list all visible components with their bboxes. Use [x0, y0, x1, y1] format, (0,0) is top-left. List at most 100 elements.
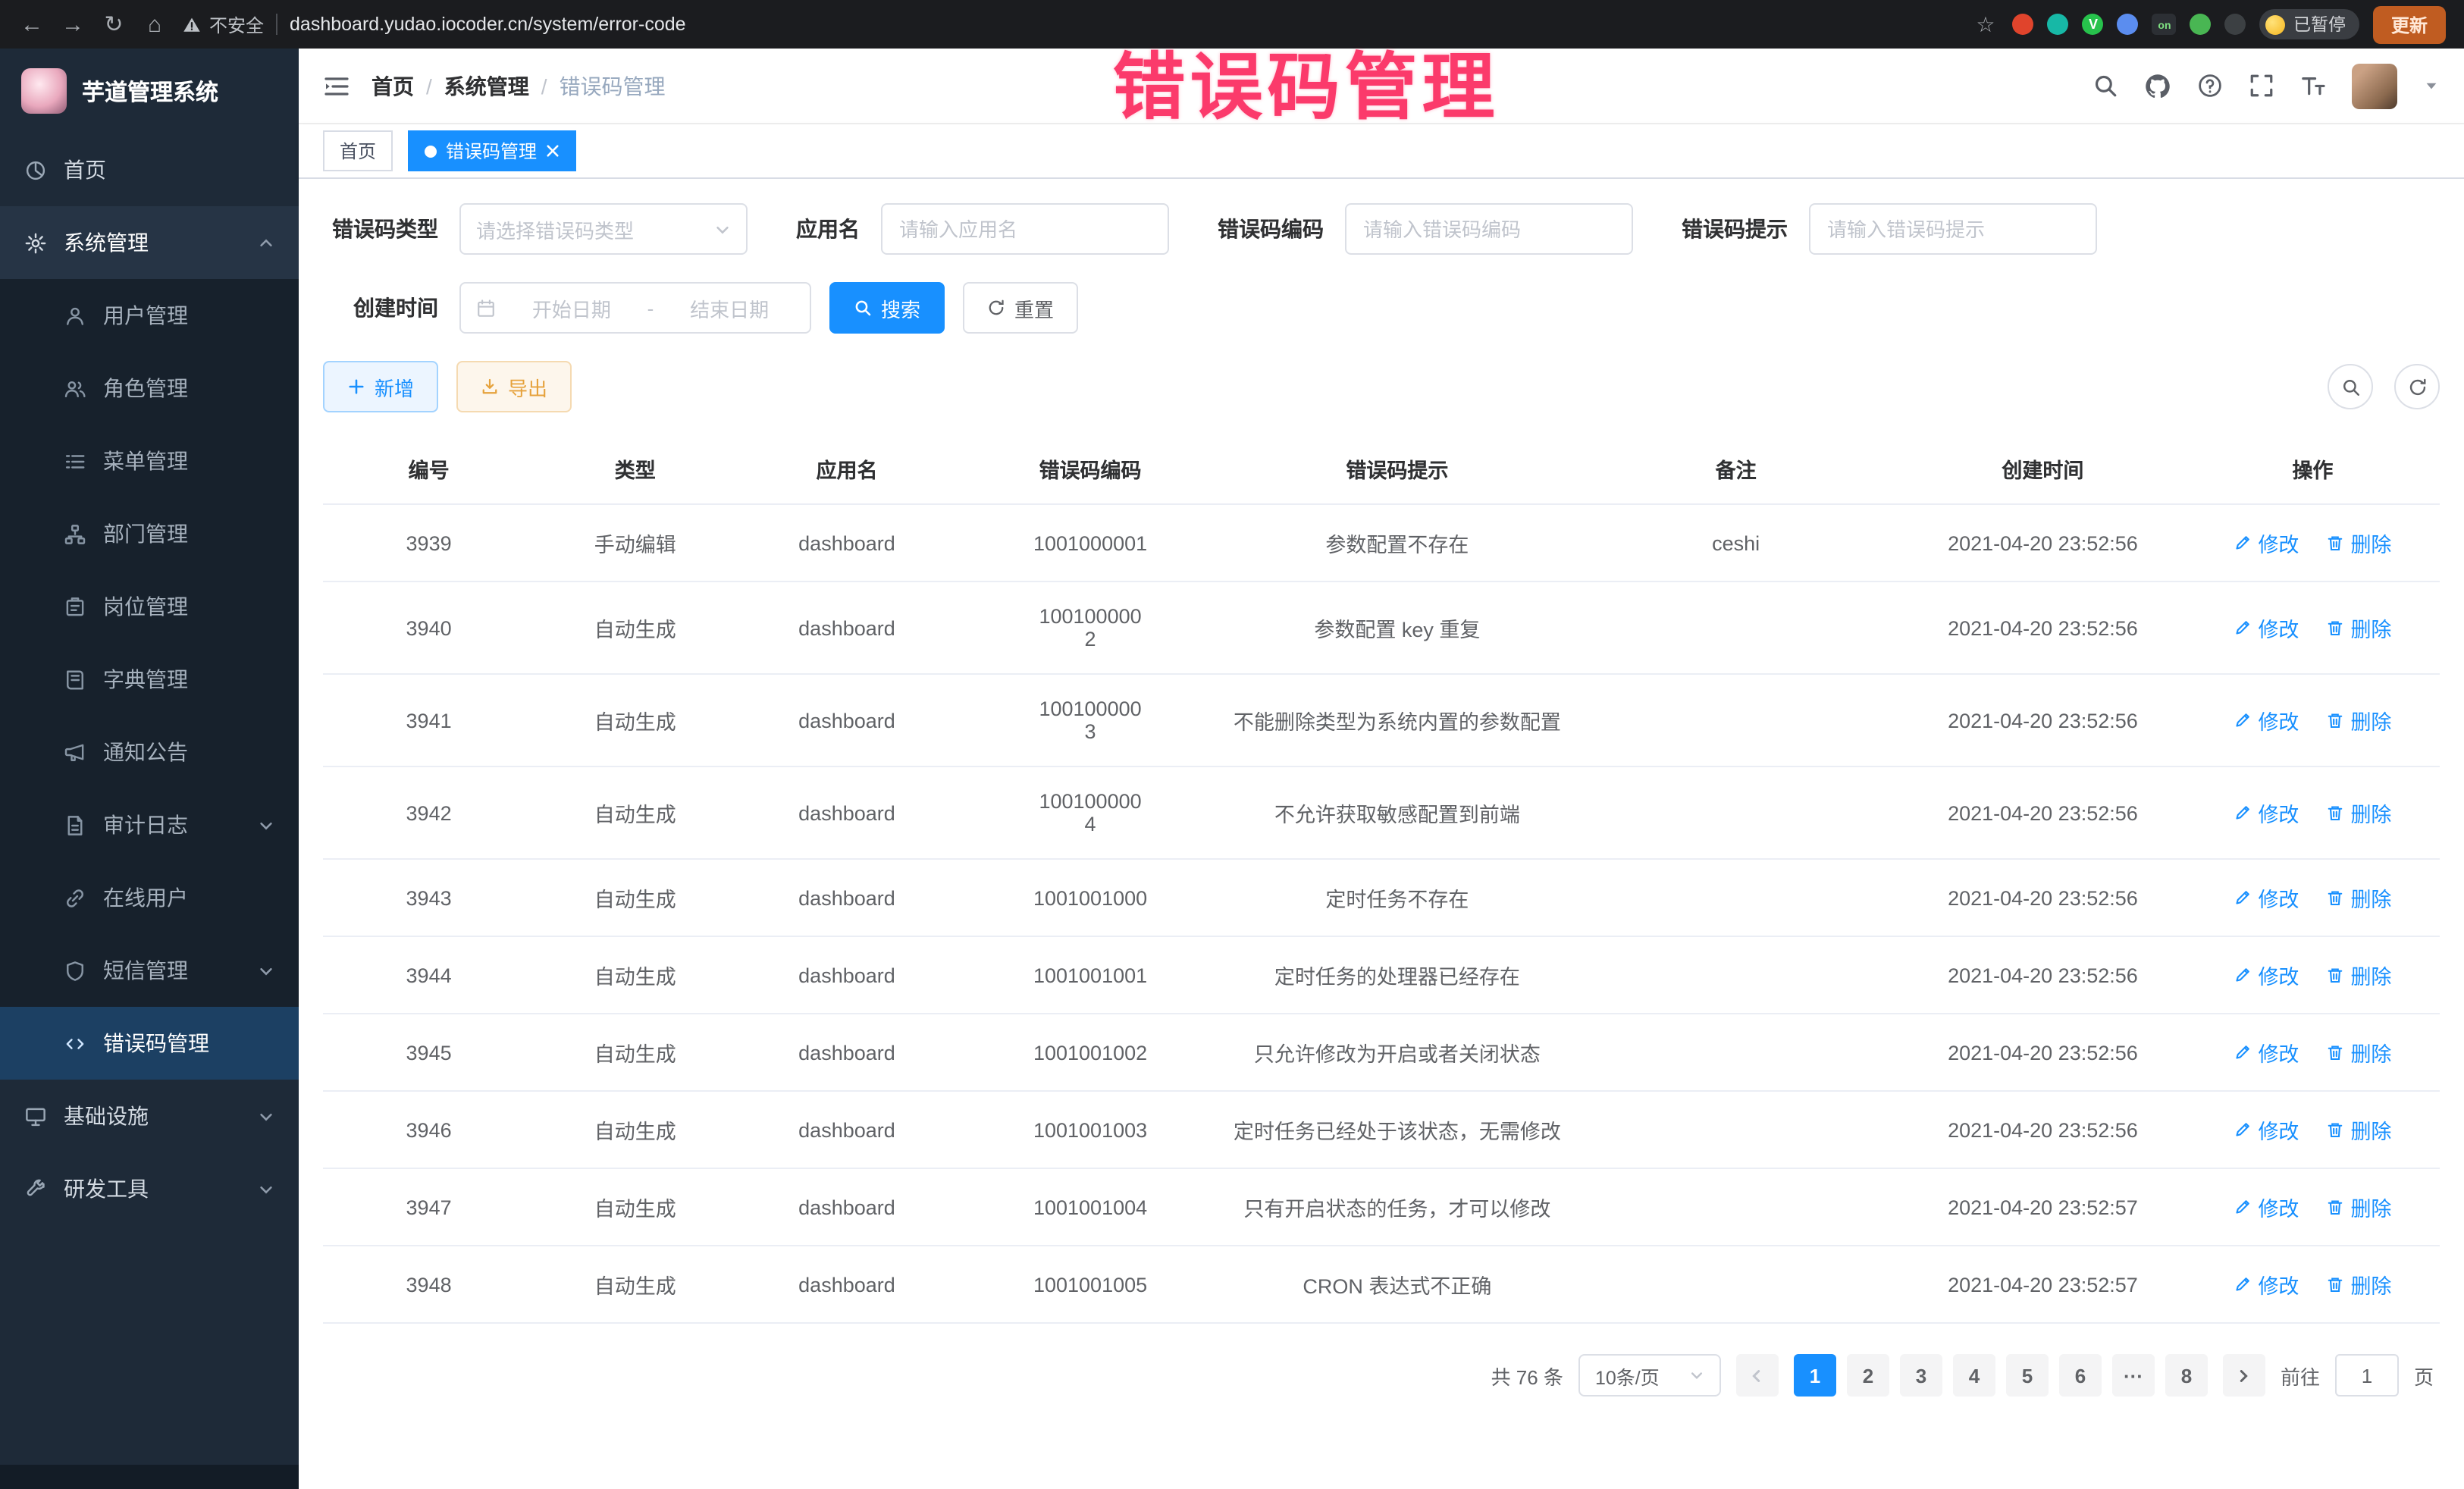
next-page-button[interactable] — [2223, 1354, 2265, 1397]
extension-icon-green[interactable] — [2190, 14, 2212, 35]
goto-page-input[interactable] — [2335, 1354, 2399, 1397]
sidebar-item[interactable]: 部门管理 — [0, 497, 299, 570]
fullscreen-icon[interactable] — [2249, 73, 2274, 99]
sidebar-item[interactable]: 菜单管理 — [0, 425, 299, 497]
address-bar[interactable]: 不安全 dashboard.yudao.iocoder.cn/system/er… — [182, 11, 1958, 37]
edit-link[interactable]: 修改 — [2234, 613, 2299, 643]
error-type-select[interactable]: 请选择错误码类型 — [459, 203, 748, 255]
home-icon[interactable]: ⌂ — [141, 13, 168, 36]
app-name-input[interactable] — [881, 203, 1169, 255]
delete-link[interactable]: 删除 — [2326, 882, 2391, 913]
refresh-table-button[interactable] — [2394, 364, 2440, 409]
reload-icon[interactable]: ↻ — [100, 13, 127, 36]
hamburger-icon[interactable] — [323, 74, 350, 98]
date-range-picker[interactable]: 开始日期 - 结束日期 — [459, 282, 811, 334]
extension-icon-on-badge[interactable]: on — [2152, 14, 2177, 35]
page-button[interactable]: 1 — [1794, 1354, 1836, 1397]
question-icon[interactable] — [2197, 73, 2223, 99]
error-code-input[interactable] — [1345, 203, 1633, 255]
tag[interactable]: 错误码管理 — [408, 130, 576, 171]
sidebar-item[interactable]: 用户管理 — [0, 279, 299, 352]
page-button[interactable]: ··· — [2112, 1354, 2155, 1397]
page-button[interactable]: 4 — [1953, 1354, 1995, 1397]
sidebar-item[interactable]: 基础设施 — [0, 1080, 299, 1152]
page-button[interactable]: 2 — [1847, 1354, 1889, 1397]
cell-time: 2021-04-20 23:52:56 — [1900, 1014, 2186, 1091]
reset-button[interactable]: 重置 — [963, 282, 1078, 334]
sidebar-item[interactable]: 研发工具 — [0, 1152, 299, 1225]
prev-page-button[interactable] — [1736, 1354, 1779, 1397]
export-button[interactable]: 导出 — [456, 361, 572, 412]
edit-link[interactable]: 修改 — [2234, 882, 2299, 913]
breadcrumb-section[interactable]: 系统管理 — [444, 71, 529, 101]
delete-link[interactable]: 删除 — [2326, 1037, 2391, 1067]
delete-link[interactable]: 删除 — [2326, 528, 2391, 558]
sidebar-item[interactable]: 通知公告 — [0, 716, 299, 788]
page-button[interactable]: 8 — [2165, 1354, 2208, 1397]
edit-link[interactable]: 修改 — [2234, 1192, 2299, 1222]
cell-app: dashboard — [735, 1168, 958, 1246]
close-icon[interactable] — [546, 144, 560, 158]
edit-link[interactable]: 修改 — [2234, 1037, 2299, 1067]
extension-icon-red[interactable] — [2013, 14, 2034, 35]
extension-icon-blue[interactable] — [2118, 14, 2139, 35]
url-text[interactable]: dashboard.yudao.iocoder.cn/system/error-… — [290, 14, 686, 35]
github-icon[interactable] — [2144, 72, 2171, 99]
delete-link[interactable]: 删除 — [2326, 1114, 2391, 1145]
delete-link[interactable]: 删除 — [2326, 705, 2391, 735]
sidebar-item[interactable]: 错误码管理 — [0, 1007, 299, 1080]
cell-time: 2021-04-20 23:52:56 — [1900, 1091, 2186, 1168]
page-button[interactable]: 6 — [2059, 1354, 2102, 1397]
toggle-search-button[interactable] — [2328, 364, 2373, 409]
edit-link[interactable]: 修改 — [2234, 960, 2299, 990]
sidebar-item[interactable]: 审计日志 — [0, 788, 299, 861]
bookmark-star-icon[interactable]: ☆ — [1972, 14, 1999, 35]
sidebar-item[interactable]: 岗位管理 — [0, 570, 299, 643]
breadcrumb-home[interactable]: 首页 — [371, 71, 414, 101]
sidebar-item[interactable]: 短信管理 — [0, 934, 299, 1007]
error-hint-input[interactable] — [1809, 203, 2097, 255]
forward-icon[interactable]: → — [59, 13, 86, 36]
edit-link[interactable]: 修改 — [2234, 1269, 2299, 1299]
sidebar-item[interactable]: 首页 — [0, 133, 299, 206]
delete-link[interactable]: 删除 — [2326, 613, 2391, 643]
edit-link[interactable]: 修改 — [2234, 528, 2299, 558]
back-icon[interactable]: ← — [18, 13, 45, 36]
sidebar-item[interactable]: 系统管理 — [0, 206, 299, 279]
cell-id: 3943 — [323, 859, 534, 936]
page-button[interactable]: 3 — [1900, 1354, 1942, 1397]
edit-link[interactable]: 修改 — [2234, 1114, 2299, 1145]
sidebar-item[interactable]: 字典管理 — [0, 643, 299, 716]
chevron-icon — [258, 234, 274, 251]
paused-badge[interactable]: 已暂停 — [2260, 9, 2359, 39]
sidebar-item[interactable]: 角色管理 — [0, 352, 299, 425]
search-button[interactable]: 搜索 — [829, 282, 945, 334]
search-icon[interactable] — [2093, 73, 2118, 99]
sidebar-footer — [0, 1465, 299, 1489]
sidebar-item[interactable]: 在线用户 — [0, 861, 299, 934]
page-size-select[interactable]: 10条/页 — [1578, 1354, 1721, 1397]
extension-icon-vue[interactable]: V — [2083, 14, 2104, 35]
table-body: 3939 手动编辑 dashboard 1001000001 参数配置不存在 c… — [323, 504, 2440, 1323]
add-button[interactable]: 新增 — [323, 361, 438, 412]
delete-link[interactable]: 删除 — [2326, 798, 2391, 828]
cell-code: 1001001001 — [958, 936, 1223, 1014]
tag[interactable]: 首页 — [323, 130, 393, 171]
security-warning[interactable]: 不安全 — [182, 11, 264, 37]
update-button[interactable]: 更新 — [2373, 5, 2446, 43]
cell-type: 自动生成 — [534, 936, 735, 1014]
delete-link[interactable]: 删除 — [2326, 960, 2391, 990]
page-button[interactable]: 5 — [2006, 1354, 2049, 1397]
extension-icon-dark[interactable] — [2225, 14, 2246, 35]
delete-link[interactable]: 删除 — [2326, 1192, 2391, 1222]
extension-icon-teal[interactable] — [2048, 14, 2069, 35]
user-avatar[interactable] — [2352, 63, 2397, 108]
font-size-icon[interactable] — [2300, 73, 2326, 99]
logo[interactable]: 芋道管理系统 — [0, 49, 299, 133]
caret-down-icon[interactable] — [2423, 77, 2440, 94]
edit-link[interactable]: 修改 — [2234, 705, 2299, 735]
org-icon — [64, 522, 88, 545]
delete-link[interactable]: 删除 — [2326, 1269, 2391, 1299]
error-hint-label: 错误码提示 — [1682, 214, 1788, 244]
edit-link[interactable]: 修改 — [2234, 798, 2299, 828]
